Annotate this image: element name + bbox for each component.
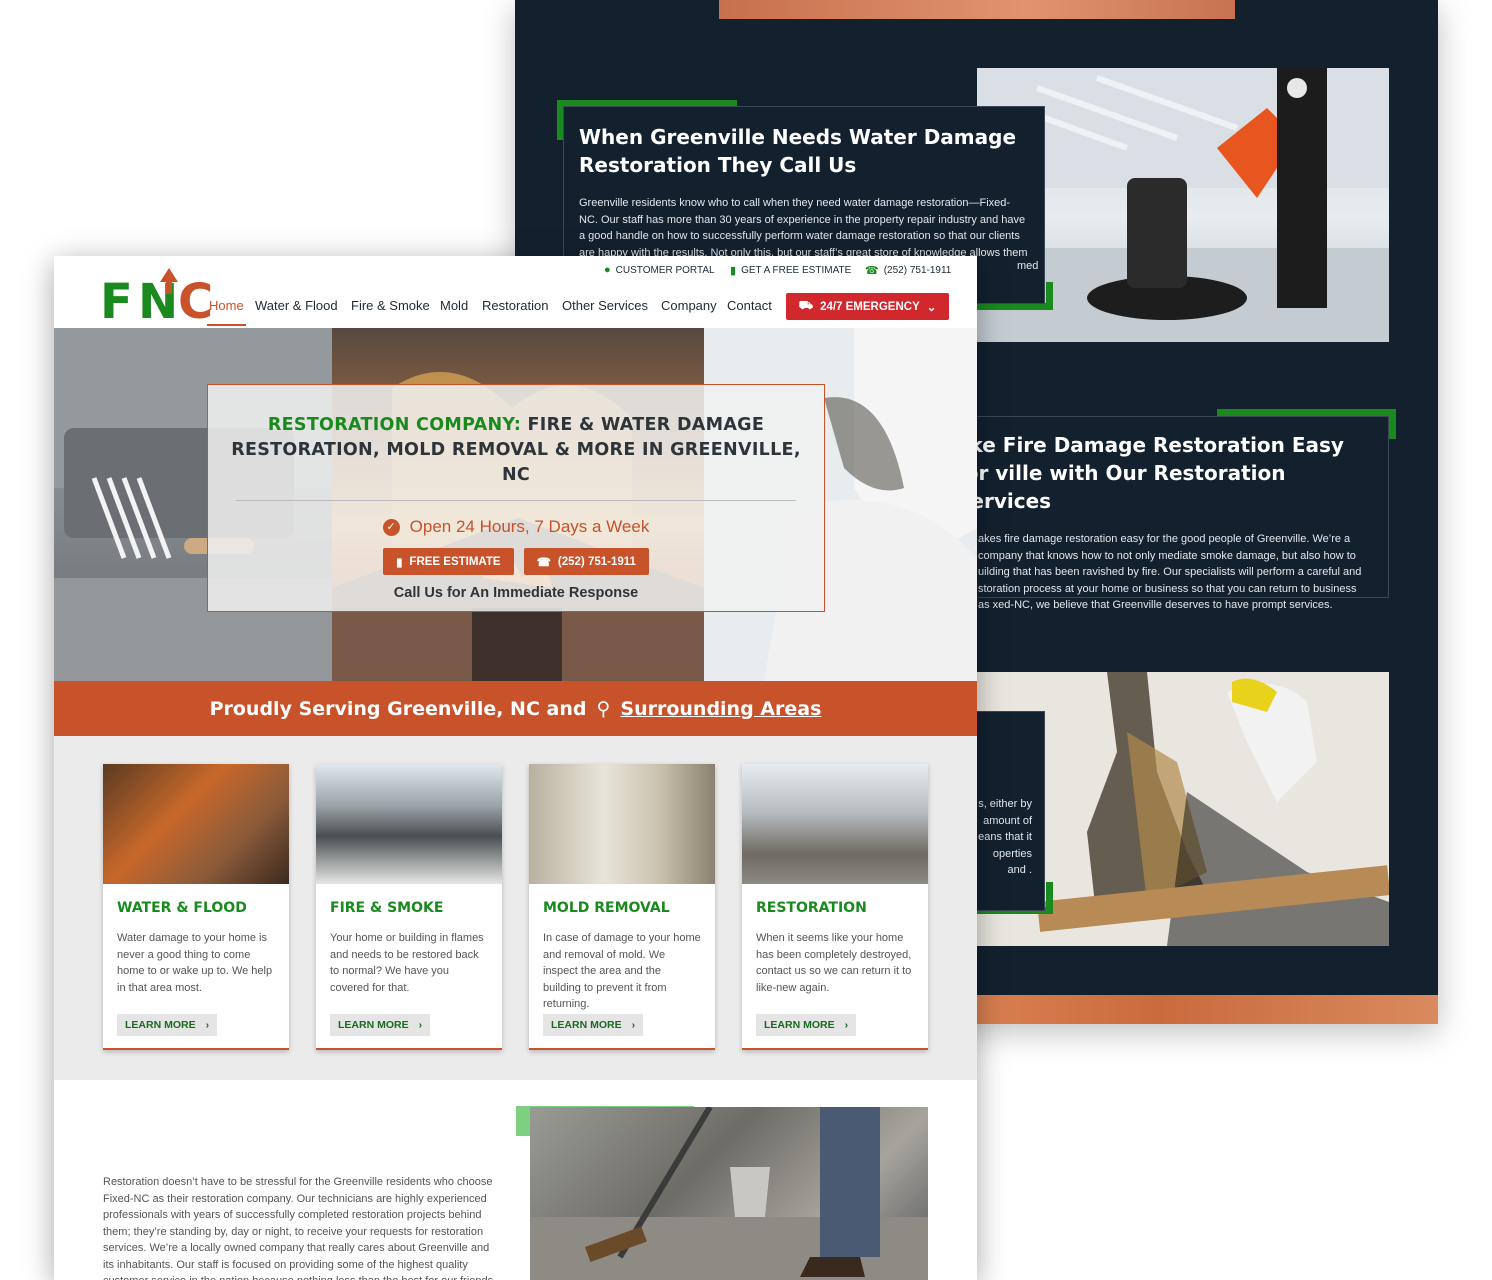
call-us-text: Call Us for An Immediate Response bbox=[393, 585, 639, 601]
learn-more-label: LEARN MORE bbox=[764, 1019, 835, 1031]
hours-text: Open 24 Hours, 7 Days a Week bbox=[409, 517, 650, 536]
learn-more-button[interactable]: LEARN MORE › bbox=[330, 1014, 431, 1036]
service-card-mold-removal: MOLD REMOVAL In case of damage to your h… bbox=[529, 764, 715, 1050]
clipboard-icon: ▮ bbox=[396, 556, 403, 569]
customer-portal-label: CUSTOMER PORTAL bbox=[615, 264, 715, 276]
nav-item-company[interactable]: Company bbox=[661, 298, 717, 313]
hero-banner: RESTORATION COMPANY: FIRE & WATER DAMAGE… bbox=[54, 328, 977, 681]
chevron-right-icon: › bbox=[844, 1019, 849, 1031]
service-text: Your home or building in flames and need… bbox=[330, 932, 484, 994]
logo-letter-n: N bbox=[138, 274, 179, 330]
phone-icon: ☎ bbox=[536, 556, 551, 569]
check-circle-icon: ✓ bbox=[382, 518, 400, 536]
learn-more-label: LEARN MORE bbox=[551, 1019, 622, 1031]
section-body: akes fire damage restoration easy for th… bbox=[978, 533, 1362, 611]
hero-buttons: ▮ FREE ESTIMATE ☎ (252) 751-1911 bbox=[208, 548, 824, 575]
hours-line: ✓ Open 24 Hours, 7 Days a Week bbox=[208, 517, 824, 537]
nav-item-mold[interactable]: Mold bbox=[440, 298, 468, 313]
service-title: MOLD REMOVAL bbox=[543, 900, 670, 916]
chevron-right-icon: › bbox=[418, 1019, 423, 1031]
hero-title-highlight: RESTORATION COMPANY: bbox=[267, 415, 522, 435]
surrounding-areas-link[interactable]: Surrounding Areas bbox=[620, 698, 821, 720]
free-estimate-link[interactable]: ▮ GET A FREE ESTIMATE bbox=[730, 264, 851, 277]
call-button-label: (252) 751-1911 bbox=[557, 555, 636, 568]
free-estimate-label: GET A FREE ESTIMATE bbox=[741, 265, 852, 276]
serving-text: Proudly Serving Greenville, NC and bbox=[209, 697, 587, 720]
chevron-down-icon: ⌄ bbox=[926, 301, 937, 314]
about-section: Restoration doesn’t have to be stressful… bbox=[54, 1080, 977, 1280]
learn-more-button[interactable]: LEARN MORE › bbox=[756, 1014, 857, 1036]
fire-damage-card: ake Fire Damage Restoration Easy for vil… bbox=[955, 416, 1389, 611]
phone-link[interactable]: ☎ (252) 751-1911 bbox=[865, 264, 951, 277]
fnc-logo[interactable]: F N C bbox=[100, 268, 222, 330]
hero-image-strip bbox=[719, 0, 1235, 19]
chevron-right-icon: › bbox=[631, 1019, 636, 1031]
phone-label: (252) 751-1911 bbox=[883, 265, 952, 276]
logo-arrow-shaft bbox=[166, 280, 172, 294]
service-text: Water damage to your home is never a goo… bbox=[117, 932, 273, 994]
nav-item-restoration[interactable]: Restoration bbox=[482, 298, 548, 313]
section-body-tail: med bbox=[1017, 260, 1039, 272]
service-area-bar: Proudly Serving Greenville, NC and ⚲ Sur… bbox=[54, 681, 977, 736]
call-button[interactable]: ☎ (252) 751-1911 bbox=[523, 548, 649, 575]
nav-item-other-services[interactable]: Other Services bbox=[562, 298, 648, 313]
user-icon: ● bbox=[604, 264, 611, 276]
service-title: WATER & FLOOD bbox=[117, 900, 247, 916]
emergency-label: 24/7 EMERGENCY bbox=[820, 300, 920, 313]
service-title: RESTORATION bbox=[756, 900, 867, 916]
service-text: When it seems like your home has been co… bbox=[756, 932, 912, 994]
service-card-restoration: RESTORATION When it seems like your home… bbox=[742, 764, 928, 1050]
divider bbox=[236, 500, 796, 501]
customer-portal-link[interactable]: ● CUSTOMER PORTAL bbox=[604, 264, 715, 276]
learn-more-label: LEARN MORE bbox=[125, 1019, 196, 1031]
free-estimate-button-label: FREE ESTIMATE bbox=[409, 555, 501, 568]
service-text: In case of damage to your home and remov… bbox=[543, 932, 701, 1010]
service-card-fire-smoke: FIRE & SMOKE Your home or building in fl… bbox=[316, 764, 502, 1050]
hero-callout: RESTORATION COMPANY: FIRE & WATER DAMAGE… bbox=[207, 384, 825, 612]
nav-item-contact[interactable]: Contact bbox=[727, 298, 772, 313]
logo-letter-c: C bbox=[178, 274, 214, 330]
free-estimate-button[interactable]: ▮ FREE ESTIMATE bbox=[383, 548, 514, 575]
learn-more-label: LEARN MORE bbox=[338, 1019, 409, 1031]
services-section: WATER & FLOOD Water damage to your home … bbox=[54, 736, 977, 1080]
nav-item-fire-smoke[interactable]: Fire & Smoke bbox=[351, 298, 430, 313]
front-page-preview: ● CUSTOMER PORTAL ▮ GET A FREE ESTIMATE … bbox=[54, 256, 977, 1280]
cleanup-sweeping-photo bbox=[530, 1105, 928, 1280]
chevron-right-icon: › bbox=[205, 1019, 210, 1031]
section-body: s, either by amount of eans that it oper… bbox=[978, 798, 1032, 876]
section-heading: ake Fire Damage Restoration Easy for vil… bbox=[956, 433, 1344, 513]
section-heading: When Greenville Needs Water Damage Resto… bbox=[579, 125, 1017, 177]
water-flood-photo bbox=[103, 764, 289, 884]
nav-item-water-flood[interactable]: Water & Flood bbox=[255, 298, 338, 313]
map-pin-icon: ⚲ bbox=[596, 697, 611, 720]
service-title: FIRE & SMOKE bbox=[330, 900, 444, 916]
learn-more-button[interactable]: LEARN MORE › bbox=[543, 1014, 644, 1036]
phone-icon: ☎ bbox=[865, 265, 879, 277]
truck-icon: ⛟ bbox=[798, 300, 814, 312]
emergency-button[interactable]: ⛟ 24/7 EMERGENCY ⌄ bbox=[786, 293, 949, 320]
clipboard-check-icon: ▮ bbox=[730, 265, 737, 277]
about-text: Restoration doesn’t have to be stressful… bbox=[103, 1176, 493, 1280]
hero-title: RESTORATION COMPANY: FIRE & WATER DAMAGE… bbox=[228, 413, 804, 488]
service-card-water-flood: WATER & FLOOD Water damage to your home … bbox=[103, 764, 289, 1050]
restoration-photo bbox=[742, 764, 928, 884]
fire-smoke-photo bbox=[316, 764, 502, 884]
mold-removal-photo bbox=[529, 764, 715, 884]
logo-letter-f: F bbox=[100, 274, 133, 330]
learn-more-button[interactable]: LEARN MORE › bbox=[117, 1014, 218, 1036]
